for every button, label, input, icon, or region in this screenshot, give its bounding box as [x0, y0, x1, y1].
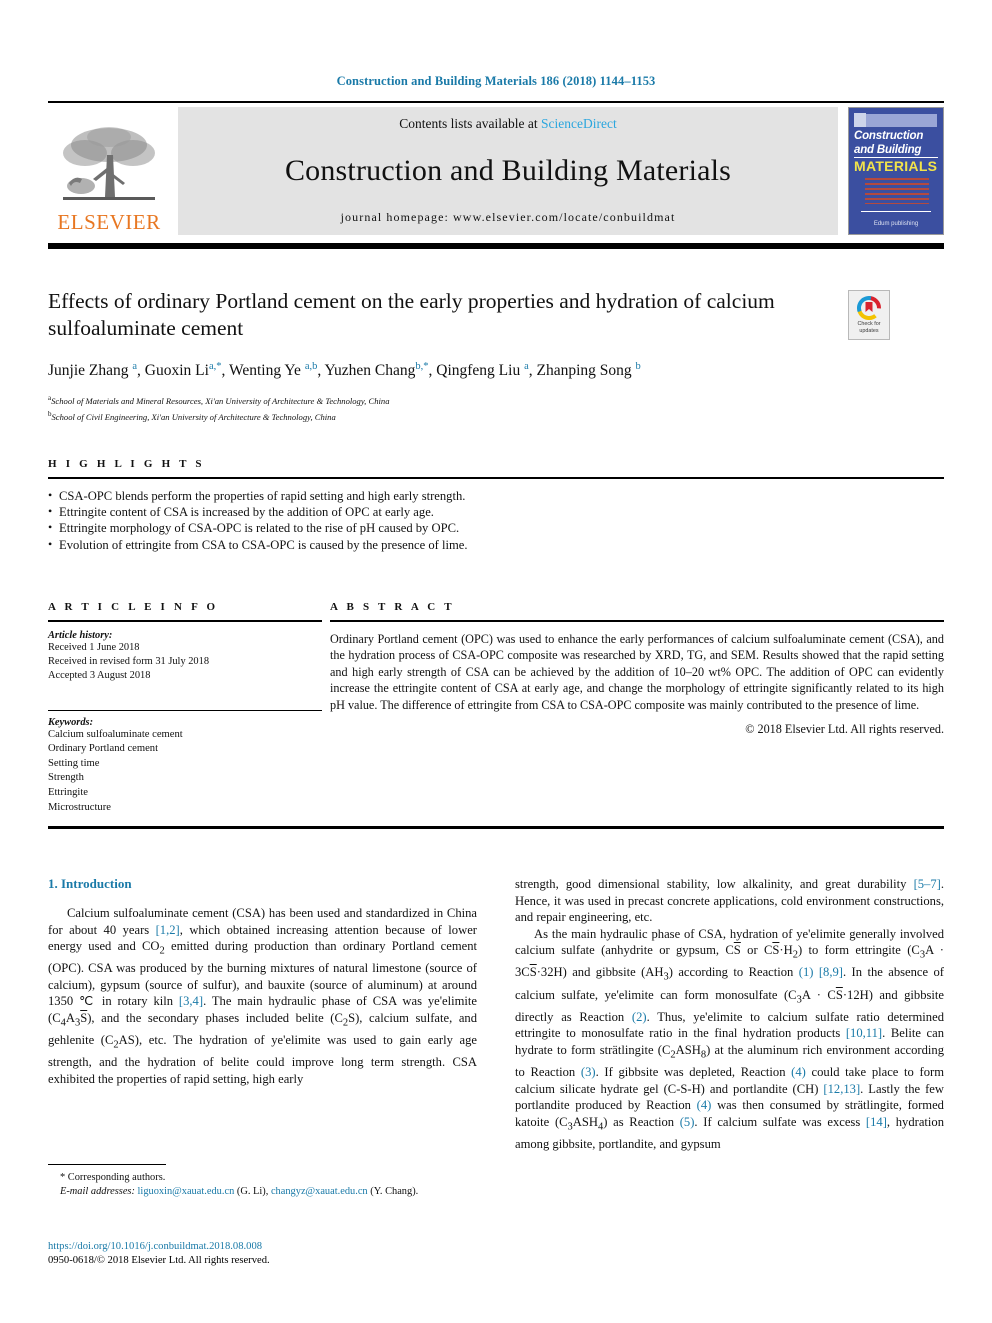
cover-footer: Edum publishing	[873, 221, 919, 227]
contents-available-line: Contents lists available at ScienceDirec…	[399, 116, 616, 132]
list-item: Ettringite content of CSA is increased b…	[48, 503, 944, 520]
corresponding-authors-note: * Corresponding authors.	[60, 1172, 166, 1183]
abstract-text: Ordinary Portland cement (OPC) was used …	[330, 632, 944, 712]
cover-line-1: Construction	[854, 130, 924, 142]
crossmark-badge[interactable]: Check for updates	[848, 290, 890, 340]
elsevier-logo: ELSEVIER	[48, 107, 170, 235]
masthead-center: Contents lists available at ScienceDirec…	[178, 107, 838, 235]
keyword-item: Strength	[48, 772, 84, 784]
crossmark-line-2: updates	[859, 327, 879, 334]
affiliations: aSchool of Materials and Mineral Resourc…	[48, 392, 944, 423]
paper-page: Construction and Building Materials 186 …	[0, 0, 992, 1323]
keyword-item: Setting time	[48, 757, 100, 769]
affiliation-text: School of Materials and Mineral Resource…	[51, 396, 390, 407]
list-item: Evolution of ettringite from CSA to CSA-…	[48, 536, 944, 553]
running-head: Construction and Building Materials 186 …	[336, 74, 656, 88]
journal-masthead: ELSEVIER Contents lists available at Sci…	[48, 101, 944, 235]
article-history-item: Received 1 June 2018	[48, 642, 140, 653]
paragraph: strength, good dimensional stability, lo…	[515, 877, 944, 925]
email-link-2[interactable]: changyz@xauat.edu.cn	[271, 1186, 368, 1197]
sciencedirect-link[interactable]: ScienceDirect	[541, 116, 617, 131]
affiliation-item: bSchool of Civil Engineering, Xi'an Univ…	[48, 408, 944, 423]
footnote-rule	[48, 1164, 166, 1165]
keyword-item: Calcium sulfoaluminate cement	[48, 728, 183, 740]
email-label: E-mail addresses:	[60, 1186, 135, 1197]
contents-prefix: Contents lists available at	[399, 116, 541, 131]
email-link-1[interactable]: liguoxin@xauat.edu.cn	[138, 1186, 235, 1197]
keyword-item: Ordinary Portland cement	[48, 743, 159, 755]
email-owner-1: (G. Li),	[236, 1186, 269, 1197]
abstract-rule	[330, 620, 944, 622]
crossmark-icon	[857, 296, 881, 321]
email-addresses-note: E-mail addresses: liguoxin@xauat.edu.cn …	[48, 1185, 477, 1199]
keyword-item: Microstructure	[48, 801, 111, 813]
paragraph: Calcium sulfoaluminate cement (CSA) has …	[48, 906, 478, 1086]
abstract-copyright: © 2018 Elsevier Ltd. All rights reserved…	[745, 722, 944, 737]
list-item: Ettringite morphology of CSA-OPC is rela…	[48, 519, 944, 536]
body-columns: 1. Introduction Calcium sulfoaluminate c…	[48, 876, 944, 1152]
article-history-item: Received in revised form 31 July 2018	[48, 656, 210, 668]
journal-title: Construction and Building Materials	[284, 154, 732, 187]
affiliation-item: aSchool of Materials and Mineral Resourc…	[48, 392, 944, 407]
crossmark-label: Check for updates	[857, 321, 880, 334]
article-history-item: Accepted 3 August 2018	[48, 670, 151, 682]
paragraph: As the main hydraulic phase of CSA, hydr…	[515, 926, 944, 1151]
article-info-section: A R T I C L E I N F O Article history: R…	[48, 601, 322, 815]
article-info-heading: A R T I C L E I N F O	[48, 601, 219, 613]
abstract-heading: A B S T R A C T	[330, 601, 455, 613]
email-owner-2: (Y. Chang).	[370, 1186, 419, 1197]
crossmark-line-1: Check for	[857, 321, 881, 328]
title-block: Effects of ordinary Portland cement on t…	[48, 288, 944, 423]
issn-copyright-line: 0950-0618/© 2018 Elsevier Ltd. All right…	[48, 1255, 270, 1267]
doi-link[interactable]: https://doi.org/10.1016/j.conbuildmat.20…	[48, 1240, 568, 1254]
highlights-section: H I G H L I G H T S CSA-OPC blends perfo…	[48, 458, 944, 553]
elsevier-tree-icon	[63, 127, 155, 200]
abstract-section: A B S T R A C T Ordinary Portland cement…	[330, 601, 944, 737]
journal-cover-thumbnail: Construction and Building MATERIALS Edum…	[848, 107, 944, 235]
elsevier-wordmark: ELSEVIER	[57, 210, 161, 234]
cover-line-3: MATERIALS	[854, 158, 938, 174]
list-item: CSA-OPC blends perform the properties of…	[48, 487, 944, 504]
page-title: Effects of ordinary Portland cement on t…	[48, 289, 775, 340]
footnote-block: * Corresponding authors. E-mail addresse…	[48, 1164, 477, 1199]
affiliation-text: School of Civil Engineering, Xi'an Unive…	[51, 411, 336, 422]
body-divider	[48, 826, 944, 829]
article-history-label: Article history:	[48, 630, 113, 641]
section-title-introduction: 1. Introduction	[48, 876, 132, 891]
keyword-item: Ettringite	[48, 786, 89, 798]
body-column-left: 1. Introduction Calcium sulfoaluminate c…	[48, 876, 477, 1152]
doi-block: https://doi.org/10.1016/j.conbuildmat.20…	[48, 1240, 568, 1269]
cover-line-2: and Building	[854, 144, 922, 156]
header-black-bar	[48, 243, 944, 249]
body-column-right: strength, good dimensional stability, lo…	[515, 876, 944, 1152]
highlights-heading: H I G H L I G H T S	[48, 458, 205, 470]
keywords-label: Keywords:	[48, 716, 94, 728]
journal-homepage-line[interactable]: journal homepage: www.elsevier.com/locat…	[341, 210, 676, 225]
highlights-list: CSA-OPC blends perform the properties of…	[48, 487, 944, 553]
highlights-rule	[48, 477, 944, 479]
author-list: Junjie Zhang a, Guoxin Lia,*, Wenting Ye…	[48, 361, 641, 380]
